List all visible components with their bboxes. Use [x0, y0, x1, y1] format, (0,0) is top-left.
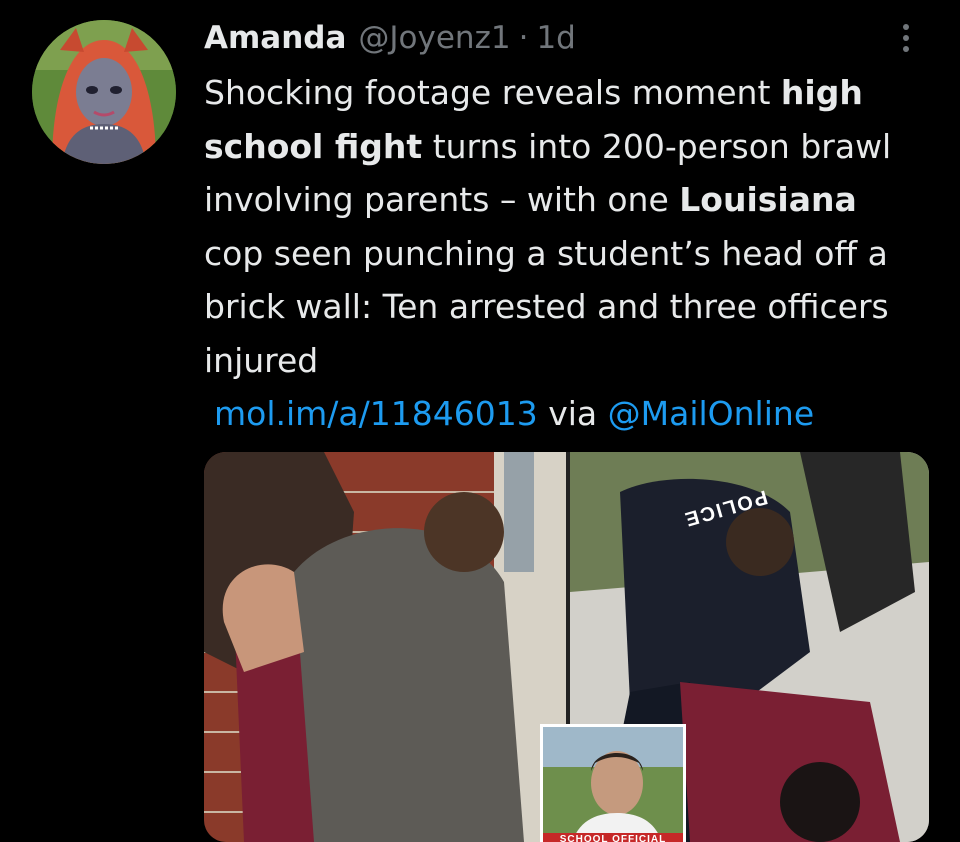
tweet-text-part: cop seen punching a student’s head off a… [204, 233, 889, 380]
avatar[interactable] [32, 20, 176, 164]
user-handle[interactable]: @Joyenz1 [358, 16, 510, 60]
tweet-header: Amanda @Joyenz1 · 1d [204, 16, 920, 60]
article-link[interactable]: mol.im/a/11846013 [214, 394, 538, 433]
link-line: mol.im/a/11846013 via @MailOnline [204, 394, 814, 433]
media-inset: SCHOOL OFFICIAL [540, 724, 686, 842]
mention-link[interactable]: @MailOnline [608, 394, 814, 433]
more-vertical-icon[interactable] [896, 18, 916, 58]
tweet-text-part: Shocking footage reveals moment [204, 73, 781, 112]
tweet-text-bold: Louisiana [679, 180, 857, 219]
tweet-media[interactable]: POLICE SCHOOL OFFICIAL [204, 452, 929, 842]
via-text: via [537, 394, 608, 433]
tweet-text: Shocking footage reveals moment high sch… [204, 66, 924, 441]
media-image-left[interactable] [204, 452, 566, 842]
inset-caption: SCHOOL OFFICIAL [543, 833, 683, 842]
display-name[interactable]: Amanda [204, 16, 346, 60]
timestamp[interactable]: 1d [536, 16, 575, 60]
separator-dot: · [518, 20, 529, 56]
